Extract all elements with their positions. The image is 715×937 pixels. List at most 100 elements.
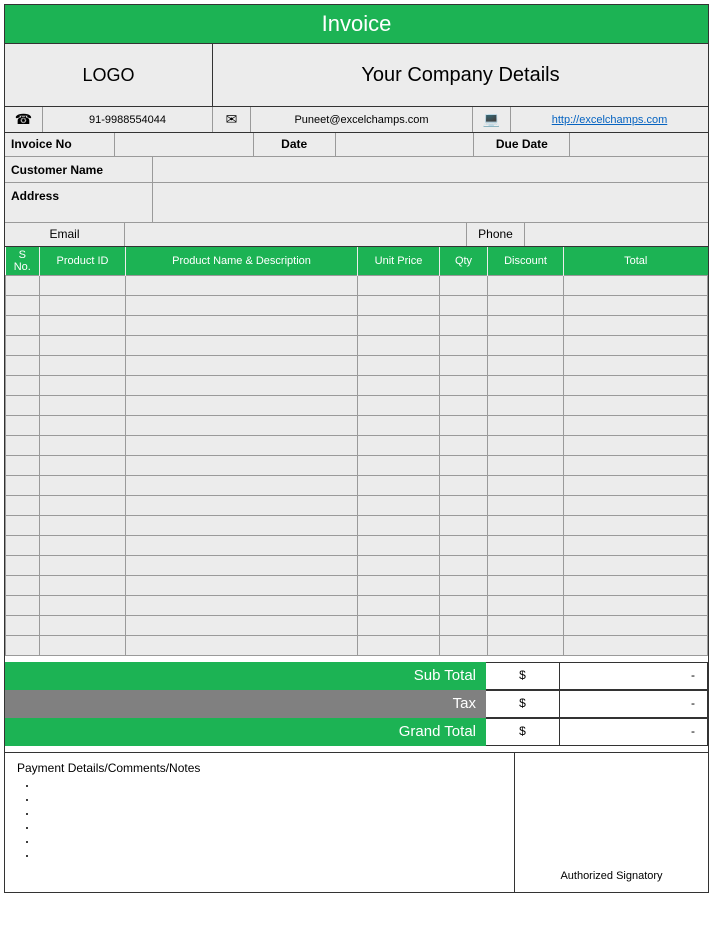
table-row[interactable] <box>6 316 708 336</box>
table-cell[interactable] <box>564 636 708 656</box>
table-cell[interactable] <box>40 356 126 376</box>
table-row[interactable] <box>6 376 708 396</box>
table-cell[interactable] <box>358 636 440 656</box>
table-cell[interactable] <box>40 316 126 336</box>
table-cell[interactable] <box>488 456 564 476</box>
table-cell[interactable] <box>488 356 564 376</box>
table-row[interactable] <box>6 536 708 556</box>
table-cell[interactable] <box>40 296 126 316</box>
table-cell[interactable] <box>440 396 488 416</box>
table-cell[interactable] <box>440 436 488 456</box>
table-cell[interactable] <box>40 576 126 596</box>
table-row[interactable] <box>6 496 708 516</box>
table-cell[interactable] <box>440 356 488 376</box>
table-cell[interactable] <box>6 596 40 616</box>
table-cell[interactable] <box>126 556 358 576</box>
due-date-value[interactable] <box>570 133 708 156</box>
table-cell[interactable] <box>358 336 440 356</box>
table-cell[interactable] <box>358 356 440 376</box>
table-cell[interactable] <box>488 616 564 636</box>
table-cell[interactable] <box>6 456 40 476</box>
table-cell[interactable] <box>440 636 488 656</box>
table-cell[interactable] <box>358 456 440 476</box>
date-value[interactable] <box>336 133 475 156</box>
customer-name-value[interactable] <box>153 157 708 182</box>
table-cell[interactable] <box>358 596 440 616</box>
table-cell[interactable] <box>488 496 564 516</box>
table-cell[interactable] <box>440 276 488 296</box>
table-cell[interactable] <box>126 456 358 476</box>
table-row[interactable] <box>6 576 708 596</box>
table-cell[interactable] <box>6 276 40 296</box>
table-cell[interactable] <box>358 316 440 336</box>
table-row[interactable] <box>6 456 708 476</box>
table-row[interactable] <box>6 596 708 616</box>
table-cell[interactable] <box>40 636 126 656</box>
table-cell[interactable] <box>40 396 126 416</box>
table-cell[interactable] <box>488 376 564 396</box>
table-cell[interactable] <box>40 516 126 536</box>
table-cell[interactable] <box>440 336 488 356</box>
table-cell[interactable] <box>126 576 358 596</box>
table-cell[interactable] <box>6 636 40 656</box>
table-cell[interactable] <box>126 476 358 496</box>
table-cell[interactable] <box>440 616 488 636</box>
table-cell[interactable] <box>564 496 708 516</box>
table-cell[interactable] <box>358 396 440 416</box>
table-cell[interactable] <box>358 276 440 296</box>
table-cell[interactable] <box>6 336 40 356</box>
table-cell[interactable] <box>40 436 126 456</box>
table-row[interactable] <box>6 336 708 356</box>
table-cell[interactable] <box>440 376 488 396</box>
table-row[interactable] <box>6 356 708 376</box>
table-cell[interactable] <box>564 516 708 536</box>
table-cell[interactable] <box>6 296 40 316</box>
table-cell[interactable] <box>6 396 40 416</box>
table-cell[interactable] <box>564 476 708 496</box>
table-cell[interactable] <box>358 376 440 396</box>
table-cell[interactable] <box>488 336 564 356</box>
table-cell[interactable] <box>6 576 40 596</box>
cust-phone-value[interactable] <box>525 223 708 246</box>
table-cell[interactable] <box>440 316 488 336</box>
table-row[interactable] <box>6 636 708 656</box>
table-cell[interactable] <box>40 376 126 396</box>
invoice-no-value[interactable] <box>115 133 254 156</box>
table-row[interactable] <box>6 296 708 316</box>
table-cell[interactable] <box>126 436 358 456</box>
table-cell[interactable] <box>126 516 358 536</box>
table-cell[interactable] <box>40 416 126 436</box>
table-cell[interactable] <box>40 616 126 636</box>
table-cell[interactable] <box>6 436 40 456</box>
table-row[interactable] <box>6 616 708 636</box>
table-cell[interactable] <box>564 616 708 636</box>
table-cell[interactable] <box>440 596 488 616</box>
table-cell[interactable] <box>6 616 40 636</box>
table-cell[interactable] <box>40 456 126 476</box>
table-cell[interactable] <box>126 276 358 296</box>
table-cell[interactable] <box>358 416 440 436</box>
table-cell[interactable] <box>564 316 708 336</box>
table-cell[interactable] <box>564 336 708 356</box>
table-row[interactable] <box>6 436 708 456</box>
table-cell[interactable] <box>440 476 488 496</box>
table-cell[interactable] <box>488 636 564 656</box>
table-cell[interactable] <box>358 496 440 516</box>
table-cell[interactable] <box>564 596 708 616</box>
table-cell[interactable] <box>440 536 488 556</box>
table-cell[interactable] <box>488 556 564 576</box>
table-row[interactable] <box>6 396 708 416</box>
table-cell[interactable] <box>488 596 564 616</box>
table-cell[interactable] <box>6 356 40 376</box>
table-cell[interactable] <box>564 576 708 596</box>
table-cell[interactable] <box>564 276 708 296</box>
table-cell[interactable] <box>440 576 488 596</box>
table-cell[interactable] <box>564 556 708 576</box>
table-cell[interactable] <box>440 296 488 316</box>
table-cell[interactable] <box>126 596 358 616</box>
table-cell[interactable] <box>358 576 440 596</box>
table-cell[interactable] <box>6 536 40 556</box>
table-cell[interactable] <box>40 596 126 616</box>
table-cell[interactable] <box>440 496 488 516</box>
table-cell[interactable] <box>40 476 126 496</box>
